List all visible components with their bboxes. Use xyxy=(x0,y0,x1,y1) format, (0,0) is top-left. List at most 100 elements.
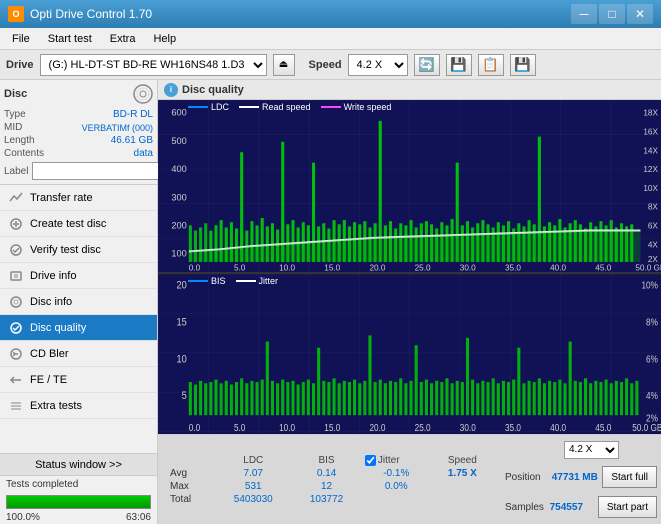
legend-jitter: Jitter xyxy=(236,276,279,286)
menu-start-test[interactable]: Start test xyxy=(40,31,100,47)
position-label: Position xyxy=(505,472,548,483)
svg-text:0.0: 0.0 xyxy=(189,423,200,434)
bis-legend-dot xyxy=(188,280,208,282)
toolbar-btn-4[interactable]: 💾 xyxy=(510,54,536,76)
start-full-row: Position 47731 MB Start full xyxy=(505,466,657,488)
svg-text:45.0: 45.0 xyxy=(595,263,611,272)
legend-bis: BIS xyxy=(188,276,226,286)
svg-text:50.0 GB: 50.0 GB xyxy=(635,263,661,272)
col-header-blank xyxy=(166,454,214,467)
col-header-bis: BIS xyxy=(292,454,361,467)
menu-help[interactable]: Help xyxy=(145,31,184,47)
write-speed-legend-label: Write speed xyxy=(344,102,392,112)
close-button[interactable]: ✕ xyxy=(627,4,653,24)
sidebar-item-transfer-rate[interactable]: Transfer rate xyxy=(0,185,157,211)
disc-mid-row: MID VERBATIMf (000) xyxy=(4,121,153,134)
avg-ldc: 7.07 xyxy=(214,467,292,480)
sidebar-item-drive-info[interactable]: Drive info xyxy=(0,263,157,289)
stats-bar: LDC BIS Jitter Speed xyxy=(158,434,661,524)
col-header-speed: Speed xyxy=(432,454,493,467)
avg-speed: 1.75 X xyxy=(432,467,493,480)
drive-selector[interactable]: (G:) HL-DT-ST BD-RE WH16NS48 1.D3 xyxy=(40,54,267,76)
speed-dropdown[interactable]: 4.2 X xyxy=(564,441,619,459)
mid-label: MID xyxy=(4,122,22,133)
status-text: Tests completed xyxy=(0,476,157,493)
svg-text:35.0: 35.0 xyxy=(505,263,521,272)
sidebar-menu: Transfer rate Create test disc Verify te… xyxy=(0,185,157,453)
toolbar-btn-2[interactable]: 💾 xyxy=(446,54,472,76)
sidebar: Disc Type BD-R DL MID VERBATIMf (000) Le… xyxy=(0,80,158,524)
transfer-rate-label: Transfer rate xyxy=(30,192,93,204)
stats-right: 4.2 X Position 47731 MB Start full Sampl… xyxy=(501,435,661,524)
sidebar-item-disc-quality[interactable]: Disc quality xyxy=(0,315,157,341)
disc-quality-header: i Disc quality xyxy=(158,80,661,100)
speed-selector[interactable]: 4.2 X xyxy=(348,54,408,76)
sidebar-item-extra-tests[interactable]: Extra tests xyxy=(0,393,157,419)
type-value: BD-R DL xyxy=(113,109,153,120)
extra-tests-icon xyxy=(8,398,24,414)
total-speed xyxy=(432,493,493,506)
menu-extra[interactable]: Extra xyxy=(102,31,144,47)
total-jitter xyxy=(361,493,432,506)
menu-file[interactable]: File xyxy=(4,31,38,47)
svg-text:600: 600 xyxy=(171,108,186,118)
max-speed xyxy=(432,480,493,493)
contents-value: data xyxy=(134,148,153,159)
disc-info-label: Disc info xyxy=(30,296,72,308)
maximize-button[interactable]: □ xyxy=(599,4,625,24)
disc-quality-title: Disc quality xyxy=(182,84,244,96)
sidebar-item-create-test-disc[interactable]: Create test disc xyxy=(0,211,157,237)
disc-info-icon xyxy=(8,294,24,310)
svg-text:5.0: 5.0 xyxy=(234,263,246,272)
svg-text:25.0: 25.0 xyxy=(415,263,431,272)
avg-bis: 0.14 xyxy=(292,467,361,480)
progress-bar-container xyxy=(6,495,151,509)
svg-text:16X: 16X xyxy=(643,127,658,136)
status-window-button[interactable]: Status window >> xyxy=(0,454,157,476)
svg-text:5: 5 xyxy=(182,391,187,403)
svg-text:30.0: 30.0 xyxy=(460,423,476,434)
svg-text:100: 100 xyxy=(171,249,186,259)
disc-quality-header-icon: i xyxy=(164,83,178,97)
disc-length-row: Length 46.61 GB xyxy=(4,134,153,147)
sidebar-item-cd-bier[interactable]: CD Bler xyxy=(0,341,157,367)
toolbar-btn-1[interactable]: 🔄 xyxy=(414,54,440,76)
length-value: 46.61 GB xyxy=(111,135,153,146)
svg-text:15: 15 xyxy=(176,317,187,329)
jitter-checkbox[interactable] xyxy=(365,455,376,466)
samples-value: 754557 xyxy=(550,502,594,513)
svg-text:10: 10 xyxy=(176,354,187,366)
svg-text:200: 200 xyxy=(171,220,186,230)
toolbar-btn-3[interactable]: 📋 xyxy=(478,54,504,76)
legend-read-speed: Read speed xyxy=(239,102,311,112)
sidebar-item-disc-info[interactable]: Disc info xyxy=(0,289,157,315)
total-ldc: 5403030 xyxy=(214,493,292,506)
fe-te-label: FE / TE xyxy=(30,374,67,386)
disc-type-row: Type BD-R DL xyxy=(4,108,153,121)
disc-panel: Disc Type BD-R DL MID VERBATIMf (000) Le… xyxy=(0,80,157,185)
sidebar-item-verify-test-disc[interactable]: Verify test disc xyxy=(0,237,157,263)
read-speed-legend-dot xyxy=(239,106,259,108)
jitter-legend-dot xyxy=(236,280,256,282)
drive-toolbar: Drive (G:) HL-DT-ST BD-RE WH16NS48 1.D3 … xyxy=(0,50,661,80)
legend-ldc: LDC xyxy=(188,102,229,112)
start-part-button[interactable]: Start part xyxy=(598,496,657,518)
sidebar-item-fe-te[interactable]: FE / TE xyxy=(0,367,157,393)
svg-text:12X: 12X xyxy=(643,165,658,174)
svg-text:8X: 8X xyxy=(648,203,659,212)
chart-top-legend: LDC Read speed Write speed xyxy=(188,102,391,112)
read-speed-legend-label: Read speed xyxy=(262,102,311,112)
disc-header: Disc xyxy=(4,84,153,104)
start-full-button[interactable]: Start full xyxy=(602,466,657,488)
svg-text:20.0: 20.0 xyxy=(369,263,385,272)
svg-text:8%: 8% xyxy=(646,317,658,328)
stats-table: LDC BIS Jitter Speed xyxy=(166,454,493,506)
max-label: Max xyxy=(166,480,214,493)
eject-button[interactable]: ⏏ xyxy=(273,54,295,76)
minimize-button[interactable]: ─ xyxy=(571,4,597,24)
content-area: i Disc quality LDC Read speed xyxy=(158,80,661,524)
svg-text:300: 300 xyxy=(171,192,186,202)
col-header-ldc: LDC xyxy=(214,454,292,467)
top-chart-svg: 600 500 400 300 200 100 0.0 5.0 10.0 15.… xyxy=(158,100,661,272)
label-input[interactable] xyxy=(32,162,170,180)
